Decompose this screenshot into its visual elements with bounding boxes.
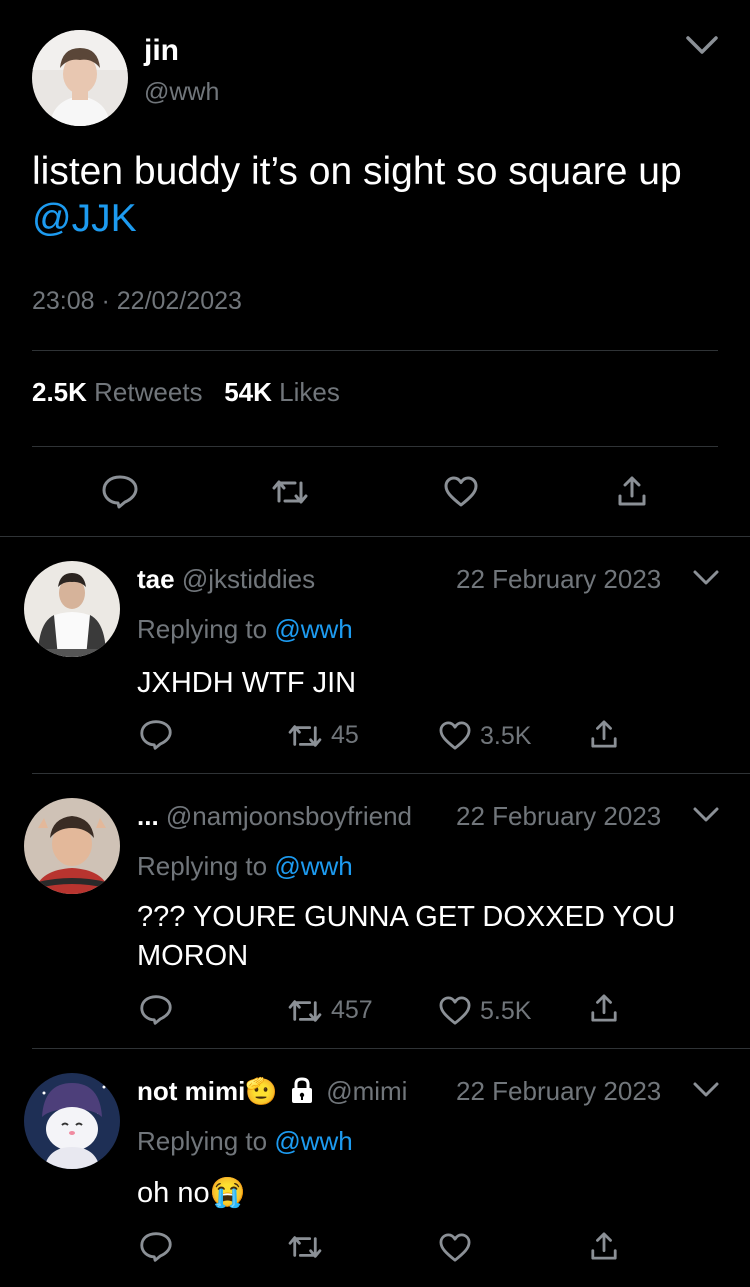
- replying-to: Replying to @wwh: [137, 614, 353, 645]
- share-icon[interactable]: [590, 1230, 618, 1262]
- likes-count[interactable]: 54K: [224, 377, 272, 407]
- like-icon[interactable]: [438, 1233, 472, 1263]
- tweet-timestamp: 23:08 · 22/02/2023: [32, 287, 242, 315]
- avatar-namjoonsboyfriend[interactable]: [24, 798, 120, 894]
- reply-author-name[interactable]: tae: [137, 564, 175, 594]
- reply-text: ??? YOURE GUNNA GET DOXXED YOU MORON: [137, 901, 676, 972]
- replying-to: Replying to @wwh: [137, 851, 353, 882]
- retweet-icon[interactable]: [271, 477, 309, 507]
- reply-text: JXHDH WTF JIN: [137, 667, 357, 699]
- avatar-mimi[interactable]: [24, 1073, 120, 1169]
- reply-header: ... @namjoonsboyfriend: [137, 801, 412, 832]
- likes-label[interactable]: Likes: [279, 377, 340, 407]
- avatar-jin[interactable]: [32, 30, 128, 126]
- retweet-icon[interactable]: [287, 1233, 323, 1261]
- retweet-icon: [287, 997, 323, 1025]
- tweet-stats: 2.5K Retweets 54K Likes: [32, 377, 340, 408]
- tweet-text-plain: listen buddy it’s on sight so square up: [32, 150, 682, 193]
- reply-author-name[interactable]: ...: [137, 801, 159, 831]
- author-handle[interactable]: @wwh: [144, 78, 219, 107]
- replying-to-label: Replying to: [137, 851, 268, 881]
- share-icon[interactable]: [590, 992, 618, 1024]
- replying-to-label: Replying to: [137, 1126, 268, 1156]
- reply-tweet[interactable]: tae @jkstiddies 22 February 2023 Replyin…: [0, 537, 750, 773]
- reply-date: 22 February 2023: [456, 564, 662, 594]
- like-icon[interactable]: [443, 476, 479, 508]
- reply-header: tae @jkstiddies: [137, 564, 315, 595]
- chevron-down-icon[interactable]: [692, 804, 720, 826]
- reply-author-name[interactable]: not mimi: [137, 1076, 245, 1106]
- saluting-face-emoji: 🫡: [245, 1076, 278, 1106]
- replying-to: Replying to @wwh: [137, 1126, 353, 1157]
- like-count: 5.5K: [480, 996, 532, 1025]
- reply-icon[interactable]: [139, 994, 173, 1026]
- author-name[interactable]: jin: [144, 34, 179, 68]
- divider: [32, 446, 718, 447]
- lock-icon: [289, 1076, 315, 1104]
- like-action[interactable]: 5.5K: [438, 996, 531, 1026]
- share-icon[interactable]: [590, 718, 618, 750]
- reply-icon[interactable]: [101, 474, 139, 510]
- retweets-label[interactable]: Retweets: [94, 377, 202, 407]
- replying-to-label: Replying to: [137, 614, 268, 644]
- main-tweet: jin @wwh listen buddy it’s on sight so s…: [0, 0, 750, 537]
- chevron-down-icon[interactable]: [684, 30, 720, 60]
- tweet-text: listen buddy it’s on sight so square up …: [32, 148, 722, 242]
- reply-date: 22 February 2023: [456, 801, 662, 831]
- replying-to-link[interactable]: @wwh: [274, 1126, 352, 1156]
- retweet-count: 457: [331, 996, 373, 1024]
- tweet-mention-link[interactable]: @JJK: [32, 197, 137, 240]
- reply-icon[interactable]: [139, 1231, 173, 1263]
- retweet-action[interactable]: 457: [287, 996, 373, 1025]
- retweet-count: 45: [331, 721, 359, 749]
- like-count: 3.5K: [480, 721, 532, 750]
- retweets-count[interactable]: 2.5K: [32, 377, 87, 407]
- reply-text: oh no😭: [137, 1174, 727, 1213]
- replying-to-link[interactable]: @wwh: [274, 851, 352, 881]
- like-action[interactable]: 3.5K: [438, 721, 531, 751]
- share-icon[interactable]: [617, 474, 647, 508]
- chevron-down-icon[interactable]: [692, 567, 720, 589]
- replying-to-link[interactable]: @wwh: [274, 614, 352, 644]
- reply-text-plain: oh no: [137, 1177, 210, 1209]
- reply-header: not mimi🫡 @mimi: [137, 1076, 407, 1107]
- retweet-action[interactable]: 45: [287, 721, 359, 750]
- crying-face-emoji: 😭: [209, 1177, 246, 1209]
- like-icon: [438, 721, 472, 751]
- reply-author-handle[interactable]: @jkstiddies: [182, 564, 315, 594]
- reply-tweet[interactable]: ... @namjoonsboyfriend 22 February 2023 …: [0, 774, 750, 1048]
- reply-icon[interactable]: [139, 719, 173, 751]
- avatar-tae[interactable]: [24, 561, 120, 657]
- chevron-down-icon[interactable]: [692, 1079, 720, 1101]
- reply-date: 22 February 2023: [456, 1076, 662, 1106]
- retweet-icon: [287, 722, 323, 750]
- reply-author-handle[interactable]: @mimi: [326, 1076, 407, 1106]
- reply-author-handle[interactable]: @namjoonsboyfriend: [166, 801, 412, 831]
- like-icon: [438, 996, 472, 1026]
- reply-tweet[interactable]: not mimi🫡 @mimi 22 February 2023 Replyin…: [0, 1049, 750, 1287]
- divider: [32, 350, 718, 351]
